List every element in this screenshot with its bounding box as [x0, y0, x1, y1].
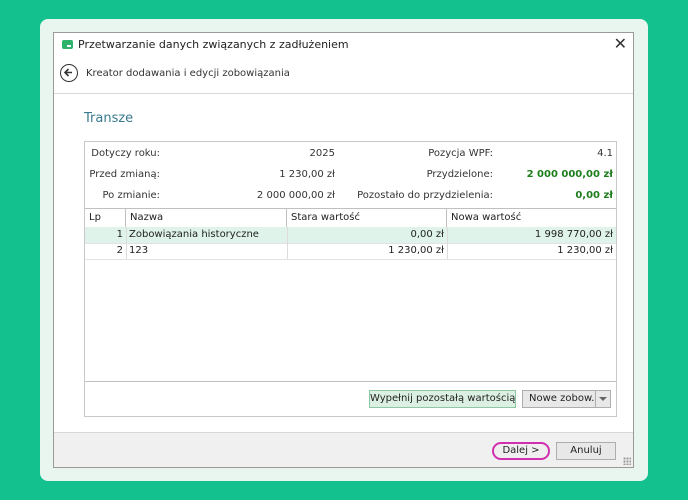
wizard-subtitle: Kreator dodawania i edycji zobowiązania [86, 68, 290, 79]
before-change-label: Przed zmianą: [89, 169, 160, 180]
row-old-value: 0,00 zł [410, 229, 444, 240]
row-lp: 1 [116, 229, 123, 240]
row-name: Zobowiązania historyczne [129, 229, 259, 240]
wizard-dialog: Przetwarzanie danych związanych z zadłuż… [53, 32, 634, 468]
wizard-content: Transze Dotyczy roku: 2025 Pozycja WPF: … [54, 94, 633, 433]
wpf-value: 4.1 [597, 148, 613, 159]
table-row[interactable]: 2 123 1 230,00 zł 1 230,00 zł [85, 243, 616, 260]
row-new-value: 1 230,00 zł [557, 245, 613, 256]
after-change-label: Po zmianie: [102, 190, 160, 201]
fill-remaining-button[interactable]: Wypełnij pozostałą wartością [369, 390, 516, 408]
next-button[interactable]: Dalej > [492, 442, 550, 460]
col-new-value[interactable]: Nowa wartość [447, 209, 616, 227]
section-title: Transze [84, 111, 134, 126]
tranche-table[interactable]: Lp Nazwa Stara wartość Nowa wartość 1 Zo… [85, 208, 616, 382]
chevron-down-icon[interactable] [595, 391, 610, 407]
after-change-value: 2 000 000,00 zł [256, 190, 335, 201]
assigned-label: Przydzielone: [426, 169, 493, 180]
col-name[interactable]: Nazwa [126, 209, 287, 227]
row-lp: 2 [116, 245, 123, 256]
table-row[interactable]: 1 Zobowiązania historyczne 0,00 zł 1 998… [85, 227, 616, 244]
new-commitment-label: Nowe zobow. [529, 393, 595, 404]
window-title: Przetwarzanie danych związanych z zadłuż… [78, 38, 349, 51]
app-icon [62, 40, 73, 49]
title-bar: Przetwarzanie danych związanych z zadłuż… [54, 33, 633, 57]
wpf-label: Pozycja WPF: [428, 148, 493, 159]
year-value: 2025 [309, 148, 335, 159]
close-icon[interactable]: ✕ [614, 34, 627, 54]
tranche-panel: Dotyczy roku: 2025 Pozycja WPF: 4.1 Prze… [84, 141, 617, 417]
row-old-value: 1 230,00 zł [388, 245, 444, 256]
col-lp[interactable]: Lp [85, 209, 126, 227]
row-name: 123 [129, 245, 149, 256]
resize-grip-icon[interactable] [623, 457, 631, 465]
cancel-button[interactable]: Anuluj [556, 442, 616, 460]
new-commitment-button[interactable]: Nowe zobow. [522, 390, 611, 408]
before-change-value: 1 230,00 zł [279, 169, 335, 180]
assigned-value: 2 000 000,00 zł [526, 169, 613, 180]
col-old-value[interactable]: Stara wartość [287, 209, 447, 227]
remaining-label: Pozostało do przydzielenia: [357, 190, 493, 201]
table-header: Lp Nazwa Stara wartość Nowa wartość [85, 209, 616, 228]
year-label: Dotyczy roku: [91, 148, 160, 159]
wizard-header: Kreator dodawania i edycji zobowiązania [54, 57, 633, 94]
remaining-value: 0,00 zł [575, 190, 613, 201]
row-new-value: 1 998 770,00 zł [534, 229, 613, 240]
back-arrow-icon[interactable] [60, 64, 78, 82]
